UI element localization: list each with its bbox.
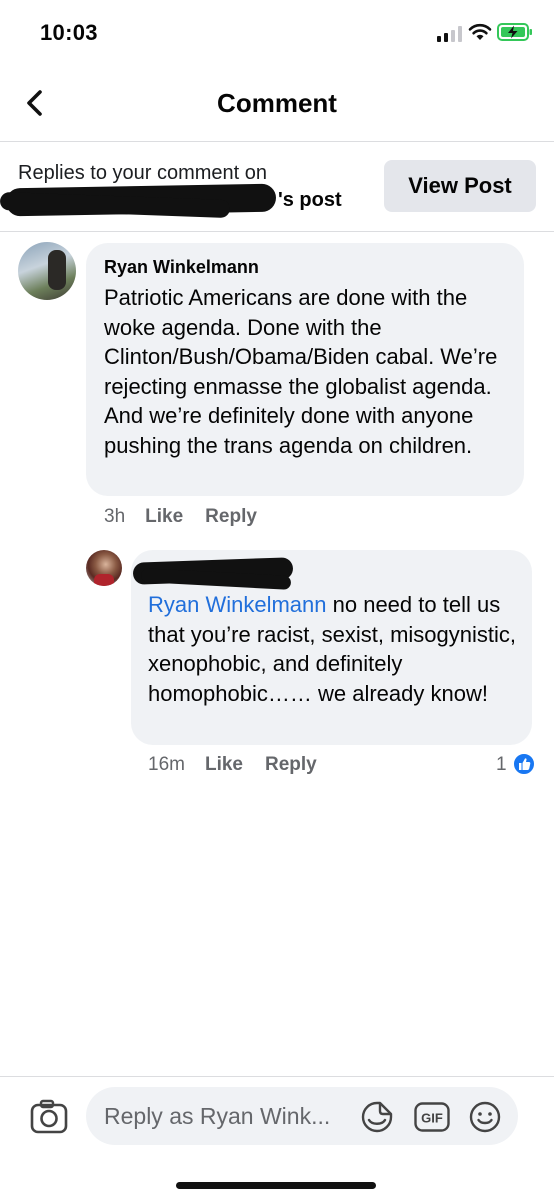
page-title: Comment xyxy=(217,88,337,118)
emoji-icon[interactable] xyxy=(468,1100,502,1134)
post-context-bar: Replies to your comment on 's post View … xyxy=(0,142,554,232)
camera-icon[interactable] xyxy=(30,1099,68,1135)
avatar[interactable] xyxy=(18,242,76,300)
reply-text: Ryan Winkelmann no need to tell us that … xyxy=(148,590,524,708)
like-button[interactable]: Like xyxy=(205,754,243,776)
mention-link[interactable]: Ryan Winkelmann xyxy=(148,592,327,617)
battery-charging-icon xyxy=(497,23,532,41)
comment-bubble[interactable]: Ryan Winkelmann Patriotic Americans are … xyxy=(86,243,524,496)
gif-icon[interactable]: GIF xyxy=(414,1102,450,1132)
context-label: Replies to your comment on xyxy=(18,162,268,184)
comment-text: Patriotic Americans are done with the wo… xyxy=(104,285,498,458)
nav-header: Comment xyxy=(0,64,554,142)
reaction-count: 1 xyxy=(496,754,507,775)
view-post-button[interactable]: View Post xyxy=(384,160,536,212)
avatar[interactable] xyxy=(86,550,122,586)
wifi-icon xyxy=(468,23,492,40)
like-button[interactable]: Like xyxy=(145,506,183,528)
gif-label: GIF xyxy=(421,1111,443,1126)
sticker-icon[interactable] xyxy=(360,1100,394,1134)
status-bar: 10:03 xyxy=(0,0,554,64)
reply-composer: Reply as Ryan Wink... GIF xyxy=(0,1076,554,1200)
comment-author[interactable]: Ryan Winkelmann xyxy=(104,257,259,278)
reply-bubble[interactable]: Ryan Winkelmann no need to tell us that … xyxy=(131,550,532,745)
reply-input-placeholder[interactable]: Reply as Ryan Wink... xyxy=(104,1103,330,1130)
cellular-signal-icon xyxy=(437,26,462,42)
comment-timestamp: 3h xyxy=(104,506,126,527)
like-thumb-icon xyxy=(512,752,536,776)
post-suffix: 's post xyxy=(278,189,342,211)
reply-button[interactable]: Reply xyxy=(205,506,257,528)
comment-actions: 3h Like Reply xyxy=(104,506,279,528)
reply-timestamp: 16m xyxy=(148,754,185,775)
status-time: 10:03 xyxy=(40,20,98,45)
reply-actions: 16m Like Reply xyxy=(148,754,339,776)
reply-button[interactable]: Reply xyxy=(265,754,317,776)
home-indicator[interactable] xyxy=(176,1182,376,1189)
